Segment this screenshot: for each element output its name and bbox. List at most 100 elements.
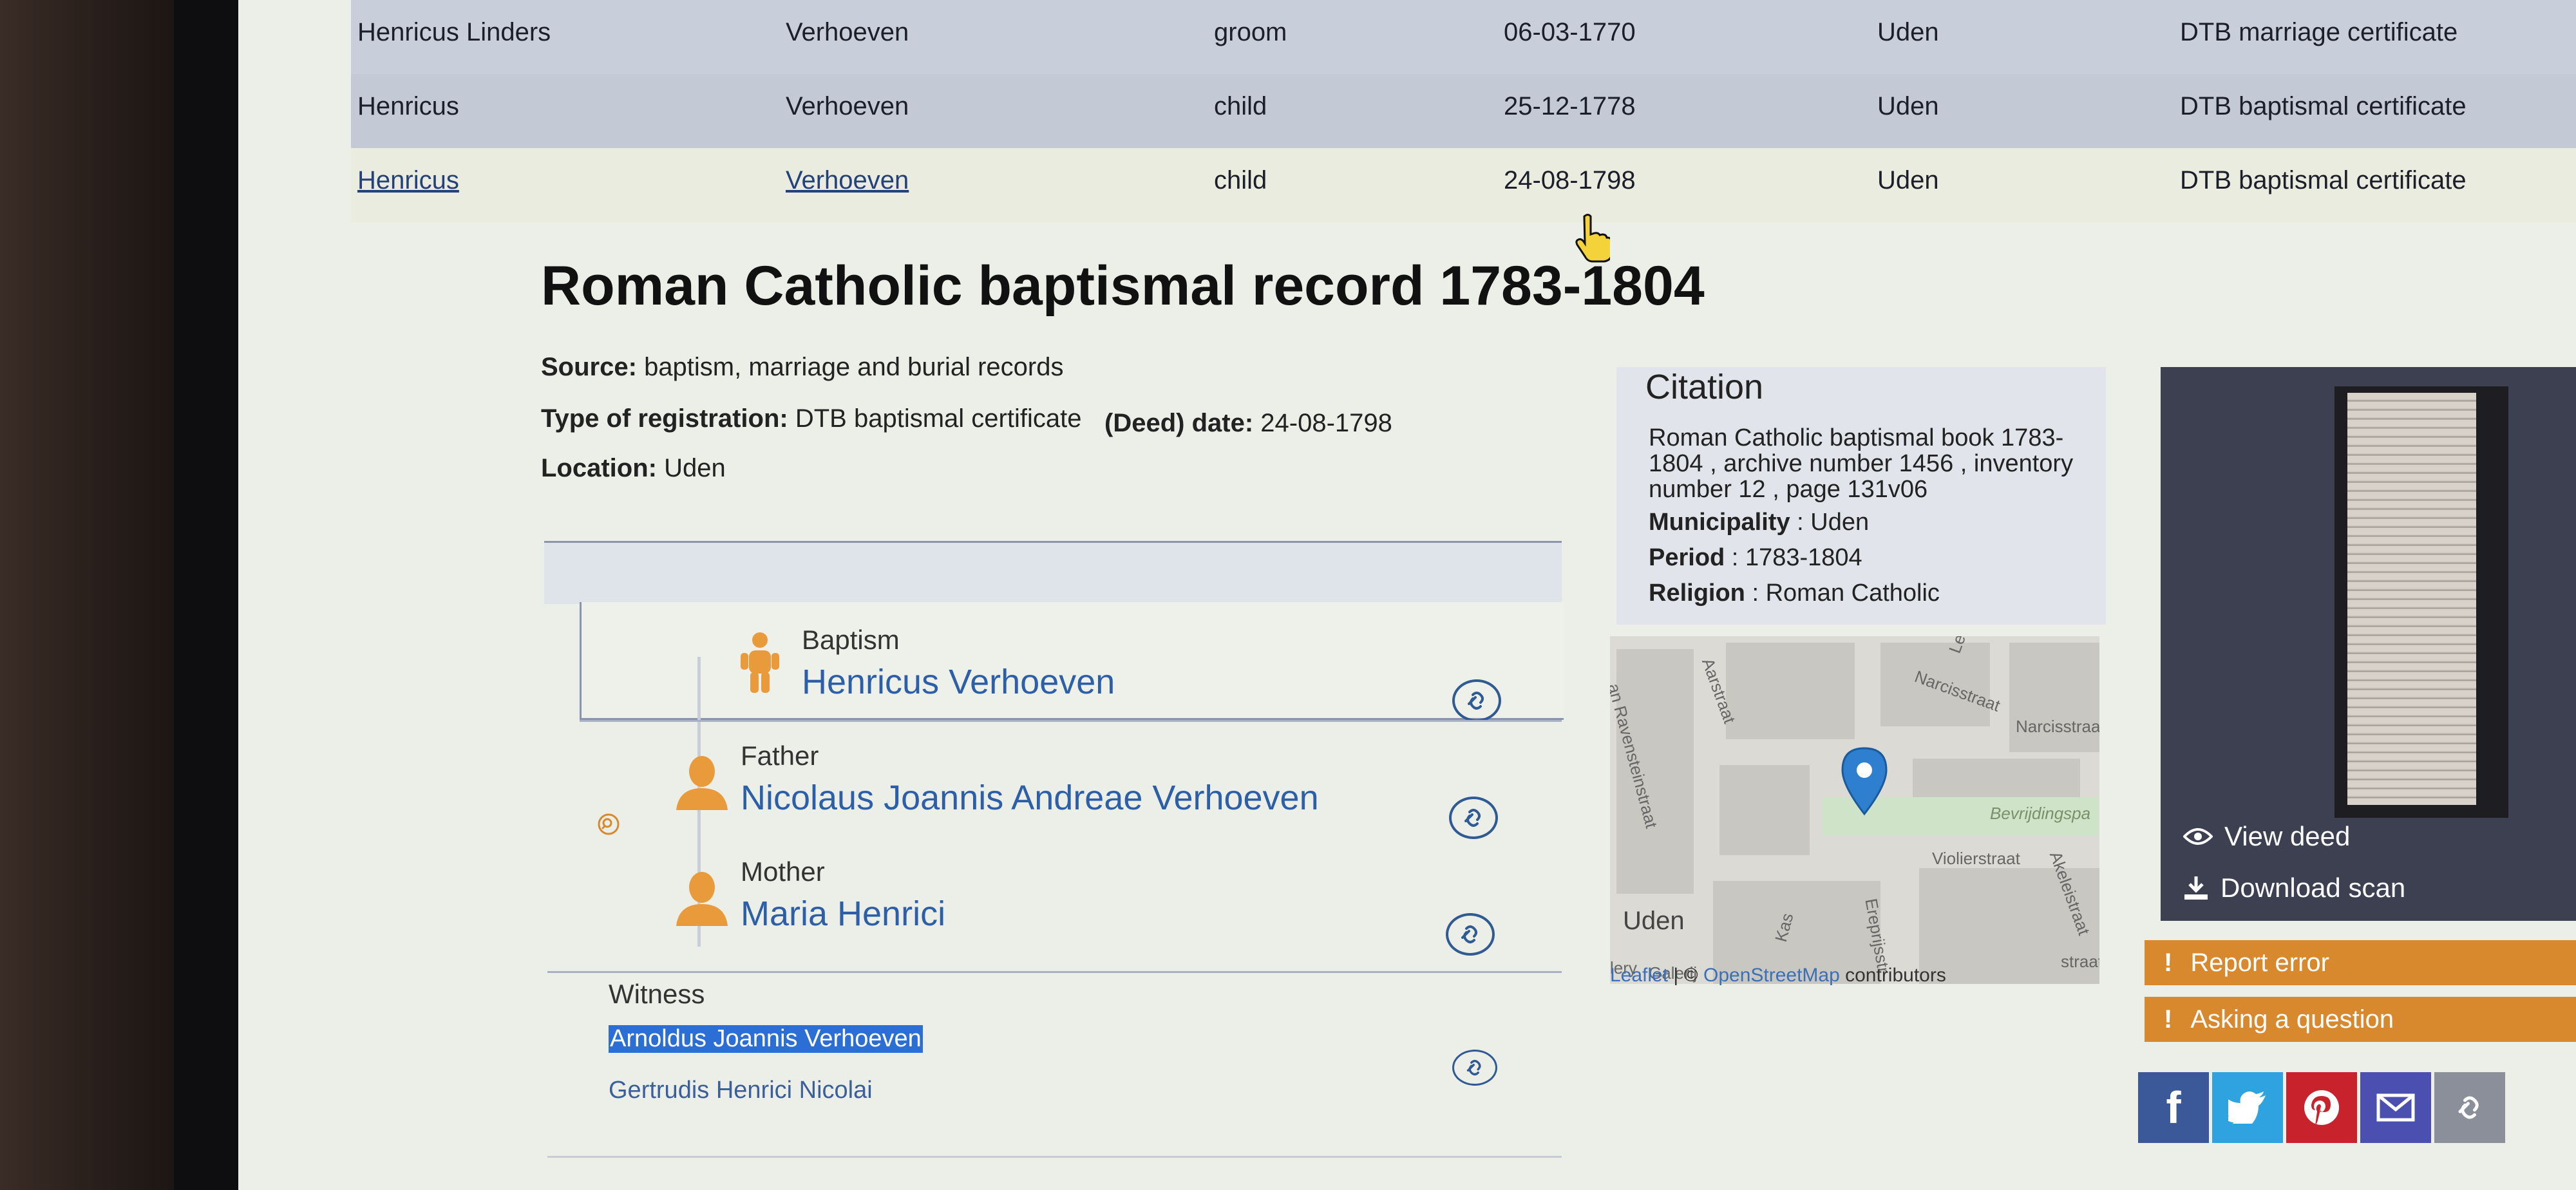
period-label: Period bbox=[1649, 544, 1725, 571]
deed-paper-image bbox=[2347, 393, 2476, 805]
map-attribution: Leaflet | © OpenStreetMap contributors bbox=[1610, 965, 1946, 987]
street-label: Narcisstraat bbox=[2016, 717, 2099, 736]
mother-name-link[interactable]: Maria Henrici bbox=[741, 894, 945, 934]
citation-box: Citation Roman Catholic baptismal book 1… bbox=[1616, 367, 2106, 625]
location-label: Location: bbox=[541, 454, 657, 482]
location-value: Uden bbox=[664, 454, 726, 482]
cell-role: child bbox=[1214, 92, 1267, 120]
chain-link-icon bbox=[1461, 925, 1477, 943]
period-value: 1783-1804 bbox=[1745, 544, 1862, 571]
pinterest-share-button[interactable] bbox=[2286, 1072, 2357, 1143]
table-row[interactable]: Henricus Verhoeven child 25-12-1778 Uden… bbox=[351, 74, 2576, 148]
download-scan-label: Download scan bbox=[2221, 873, 2406, 903]
exclamation-icon: ! bbox=[2164, 1005, 2173, 1034]
person-icon bbox=[676, 872, 728, 926]
father-role: Father bbox=[741, 741, 819, 771]
eye-icon bbox=[2183, 828, 2213, 845]
divider bbox=[547, 1156, 1562, 1158]
municipality-label: Municipality bbox=[1649, 509, 1790, 536]
source-label: Source: bbox=[541, 353, 637, 381]
twitter-bird-icon bbox=[2228, 1091, 2266, 1124]
view-deed-button[interactable]: View deed bbox=[2183, 821, 2350, 852]
baptism-name-link[interactable]: Henricus Verhoeven bbox=[802, 662, 1115, 702]
religion-line: Religion : Roman Catholic bbox=[1649, 580, 1940, 607]
record-title: Roman Catholic baptismal record 1783-180… bbox=[541, 255, 1705, 317]
divider bbox=[580, 720, 1562, 722]
report-error-label: Report error bbox=[2190, 948, 2329, 977]
type-line: Type of registration: DTB baptismal cert… bbox=[541, 404, 1081, 433]
cell-first-name: Henricus bbox=[357, 92, 459, 120]
municipality-line: Municipality : Uden bbox=[1649, 509, 1870, 536]
download-scan-button[interactable]: Download scan bbox=[2183, 873, 2405, 903]
cell-date: 24-08-1798 bbox=[1504, 166, 1636, 194]
cell-source: DTB baptismal certificate bbox=[2180, 166, 2467, 194]
mother-link-button[interactable] bbox=[1446, 913, 1495, 956]
first-name-link[interactable]: Henricus bbox=[357, 166, 459, 195]
cell-date: 06-03-1770 bbox=[1504, 18, 1636, 46]
source-line: Source: baptism, marriage and burial rec… bbox=[541, 353, 1063, 382]
attribution-text: contributors bbox=[1839, 965, 1946, 986]
religion-value: Roman Catholic bbox=[1765, 580, 1940, 607]
religion-label: Religion bbox=[1649, 580, 1745, 607]
cell-role: child bbox=[1214, 166, 1267, 194]
report-error-button[interactable]: ! Report error bbox=[2145, 940, 2576, 985]
father-link-button[interactable] bbox=[1449, 797, 1498, 839]
type-value: DTB baptismal certificate bbox=[795, 404, 1082, 433]
mother-role: Mother bbox=[741, 856, 825, 887]
cell-first-name: Henricus Linders bbox=[357, 18, 551, 46]
map-block bbox=[1719, 765, 1810, 855]
copy-link-button[interactable] bbox=[2434, 1072, 2505, 1143]
download-icon bbox=[2184, 876, 2208, 900]
chain-link-icon bbox=[1464, 809, 1481, 827]
location-map[interactable]: an Ravensteinstraat Aarstraat Leeuwer Na… bbox=[1610, 636, 2099, 984]
source-value: baptism, marriage and burial records bbox=[644, 353, 1064, 381]
email-share-button[interactable] bbox=[2360, 1072, 2431, 1143]
municipality-value: Uden bbox=[1810, 509, 1870, 536]
chain-link-icon bbox=[1468, 692, 1484, 710]
monitor-bezel bbox=[174, 0, 238, 1190]
facebook-share-button[interactable]: f bbox=[2138, 1072, 2209, 1143]
baptism-box bbox=[580, 602, 1564, 720]
ask-question-label: Asking a question bbox=[2190, 1005, 2394, 1034]
table-row-selected[interactable]: Henricus Verhoeven child 24-08-1798 Uden… bbox=[351, 148, 2576, 222]
witness-link-button[interactable] bbox=[1452, 1050, 1497, 1086]
baptism-link-button[interactable] bbox=[1452, 679, 1501, 722]
desk-background bbox=[0, 0, 174, 1190]
deed-scan-thumbnail[interactable] bbox=[2334, 386, 2508, 818]
deed-date-line: (Deed) date: 24-08-1798 bbox=[1104, 409, 1392, 438]
citation-text: Roman Catholic baptismal book 1783-1804 … bbox=[1649, 424, 2074, 503]
cell-source: DTB baptismal certificate bbox=[2180, 92, 2467, 120]
leaflet-link[interactable]: Leaflet bbox=[1610, 965, 1668, 986]
map-city-label: Uden bbox=[1623, 907, 1685, 935]
cell-place: Uden bbox=[1877, 18, 1939, 46]
period-line: Period : 1783-1804 bbox=[1649, 544, 1862, 571]
witness-name[interactable]: Gertrudis Henrici Nicolai bbox=[609, 1077, 873, 1104]
persons-panel: Baptism Henricus Verhoeven Father Nicola… bbox=[544, 541, 1564, 1159]
deed-panel: View deed Download scan bbox=[2161, 367, 2576, 921]
twitter-share-button[interactable] bbox=[2212, 1072, 2283, 1143]
ask-question-button[interactable]: ! Asking a question bbox=[2145, 997, 2576, 1042]
browser-screen: Henricus Linders Verhoeven groom 06-03-1… bbox=[238, 0, 2576, 1190]
exclamation-icon: ! bbox=[2164, 948, 2173, 977]
person-icon bbox=[676, 756, 728, 810]
view-deed-label: View deed bbox=[2224, 821, 2351, 851]
cell-source: DTB marriage certificate bbox=[2180, 18, 2458, 46]
map-marker-icon[interactable] bbox=[1839, 746, 1890, 817]
witness-name-selected[interactable]: Arnoldus Joannis Verhoeven bbox=[609, 1025, 923, 1053]
baptism-role: Baptism bbox=[802, 625, 900, 655]
cell-date: 25-12-1778 bbox=[1504, 92, 1636, 120]
osm-link[interactable]: OpenStreetMap bbox=[1703, 965, 1840, 986]
cell-place: Uden bbox=[1877, 166, 1939, 194]
street-label: Violierstraat bbox=[1932, 849, 2020, 868]
deed-date-value: 24-08-1798 bbox=[1260, 409, 1392, 437]
deed-date-label: (Deed) date: bbox=[1104, 409, 1254, 437]
facebook-icon: f bbox=[2166, 1082, 2181, 1133]
child-icon bbox=[741, 632, 779, 693]
map-block bbox=[1726, 643, 1855, 739]
zoom-icon[interactable] bbox=[596, 811, 621, 837]
chain-link-icon bbox=[1466, 1059, 1481, 1076]
last-name-link[interactable]: Verhoeven bbox=[786, 166, 909, 195]
father-name-link[interactable]: Nicolaus Joannis Andreae Verhoeven bbox=[741, 778, 1319, 818]
table-row[interactable]: Henricus Linders Verhoeven groom 06-03-1… bbox=[351, 0, 2576, 74]
pinterest-icon bbox=[2304, 1090, 2339, 1126]
